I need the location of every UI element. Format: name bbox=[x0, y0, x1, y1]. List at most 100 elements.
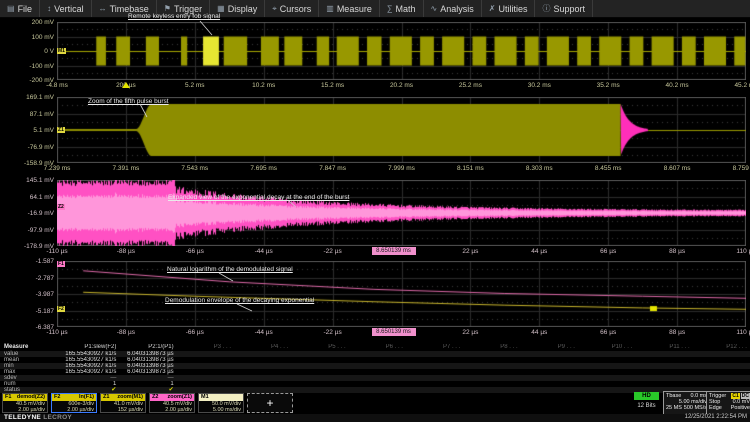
menu-item-cursors[interactable]: ⌖Cursors bbox=[265, 0, 319, 17]
x-axis-label: 8.151 ms bbox=[457, 165, 484, 173]
x-axis-label: -44 µs bbox=[255, 248, 273, 256]
menu-item-label: Timebase bbox=[110, 4, 149, 14]
menu-item-label: Utilities bbox=[498, 4, 527, 14]
x-axis-label: 44 µs bbox=[531, 329, 547, 337]
param-header-P4 . . .[interactable]: P4 . . . bbox=[234, 344, 291, 351]
panel-Z1-plot[interactable] bbox=[57, 97, 746, 163]
menu-item-label: Trigger bbox=[174, 4, 202, 14]
y-axis-label: -16.9 mV bbox=[0, 210, 54, 217]
descriptor-id: Z1 bbox=[103, 394, 109, 401]
x-axis-label: 40.2 ms bbox=[666, 82, 689, 90]
menu-item-label: Analysis bbox=[440, 4, 474, 14]
x-axis-label: 20.2 ms bbox=[390, 82, 413, 90]
panel-Z2-plot[interactable] bbox=[57, 180, 746, 246]
descriptor-timebase: 5.00 ms/div bbox=[199, 407, 243, 413]
param-header-P6 . . .[interactable]: P6 . . . bbox=[349, 344, 406, 351]
oscilloscope-app: ▤File↕Vertical↔Timebase⚑Trigger▦Display⌖… bbox=[0, 0, 750, 422]
param-header-P9 . . .[interactable]: P9 . . . bbox=[521, 344, 578, 351]
x-axis-label: 7.239 ms bbox=[44, 165, 71, 173]
axis-time-readout: 8.650139 ms bbox=[372, 328, 416, 336]
descriptor-header: F1demod(Z2) bbox=[3, 394, 47, 401]
x-axis-label: 22 µs bbox=[462, 248, 478, 256]
x-axis-label: 30.2 ms bbox=[528, 82, 551, 90]
x-axis-label: -110 µs bbox=[46, 248, 67, 256]
panel-Z1: 169.1 mV87.1 mV5.1 mV-76.9 mV-158.9 mV7.… bbox=[0, 97, 750, 175]
x-axis-label: 25.2 ms bbox=[459, 82, 482, 90]
menu-item-label: Math bbox=[396, 4, 416, 14]
descriptor-timebase: 152 µs/div bbox=[101, 407, 145, 413]
y-axis-label: -2.787 bbox=[0, 275, 54, 282]
adc-bits-label: 12 Bits bbox=[631, 403, 662, 409]
param-header-P11 . . .[interactable]: P11 . . . bbox=[635, 344, 692, 351]
descriptor-Z1[interactable]: Z1zoom(M1)41.0 mV/div152 µs/div bbox=[100, 393, 146, 413]
x-axis-label: 7.543 ms bbox=[181, 165, 208, 173]
param-header-P5 . . .[interactable]: P5 . . . bbox=[291, 344, 348, 351]
menu-item-label: Cursors bbox=[280, 4, 312, 14]
param-header-P10 . . .[interactable]: P10 . . . bbox=[578, 344, 635, 351]
descriptor-F1[interactable]: F1demod(Z2)40.5 mV/div2.00 µs/div bbox=[2, 393, 48, 413]
math-icon: ∑ bbox=[387, 5, 393, 13]
x-axis-label: 15.2 ms bbox=[321, 82, 344, 90]
y-axis-label: -3.987 bbox=[0, 291, 54, 298]
param-header-P12 . . .[interactable]: P12 . . . bbox=[693, 344, 750, 351]
param-header-P8 . . .[interactable]: P8 . . . bbox=[463, 344, 520, 351]
menu-item-support[interactable]: ⓘSupport bbox=[535, 0, 593, 17]
menu-item-utilities[interactable]: ✗Utilities bbox=[482, 0, 536, 17]
descriptor-id: M1 bbox=[201, 394, 209, 401]
trace-indicator-F1[interactable]: F1 bbox=[57, 261, 65, 267]
trigger-summary[interactable]: Trigger C1DC Stop 0.0 mV Edge Positive bbox=[706, 391, 750, 416]
channel-descriptors: F1demod(Z2)40.5 mV/div2.00 µs/divF2ln(F1… bbox=[2, 393, 293, 413]
timebase-summary[interactable]: Tbase 0.0 ms 5.00 ms/div 25 MS 500 MS/s bbox=[663, 391, 710, 416]
param-header-P7 . . .[interactable]: P7 . . . bbox=[406, 344, 463, 351]
y-axis-label: 145.1 mV bbox=[0, 177, 54, 184]
x-axis-label: -66 µs bbox=[186, 329, 204, 337]
x-axis-label: 44 µs bbox=[531, 248, 547, 256]
annotation-envelope: Demodulation envelope of the decaying ex… bbox=[165, 297, 314, 304]
measure-title: Measure bbox=[0, 344, 62, 351]
add-trace-button[interactable]: + bbox=[247, 393, 293, 413]
trigger-position-marker[interactable] bbox=[122, 82, 130, 88]
trace-indicator-F2[interactable]: F2 bbox=[57, 306, 65, 312]
menu-item-analysis[interactable]: ∿Analysis bbox=[424, 0, 482, 17]
trace-indicator-Z1[interactable]: Z1 bbox=[57, 127, 65, 133]
panel-F2-plot[interactable] bbox=[57, 261, 746, 327]
panel-M1-plot[interactable] bbox=[57, 22, 746, 80]
descriptor-timebase: 2.00 µs/div bbox=[52, 407, 96, 413]
menu-item-math[interactable]: ∑Math bbox=[380, 0, 424, 17]
trace-indicator-Z2[interactable]: Z2 bbox=[57, 204, 65, 210]
descriptor-header: F2ln(F1) bbox=[52, 394, 96, 401]
trace-indicator-M1[interactable]: M1 bbox=[57, 48, 66, 54]
descriptor-Z2[interactable]: Z2zoom(Z1)40.5 mV/div2.00 µs/div bbox=[149, 393, 195, 413]
x-axis-label: 7.847 ms bbox=[319, 165, 346, 173]
x-axis-label: -88 µs bbox=[117, 248, 135, 256]
menu-item-file[interactable]: ▤File bbox=[0, 0, 40, 17]
x-axis-label: -88 µs bbox=[117, 329, 135, 337]
param-header-P3 . . .[interactable]: P3 . . . bbox=[177, 344, 234, 351]
menu-item-label: Support bbox=[553, 4, 585, 14]
annotation-zoom: Zoom of the fifth pulse burst bbox=[88, 98, 169, 105]
menu-item-vertical[interactable]: ↕Vertical bbox=[40, 0, 92, 17]
cursors-icon: ⌖ bbox=[272, 5, 277, 13]
descriptor-F2[interactable]: F2ln(F1)600e-3/div2.00 µs/div bbox=[51, 393, 97, 413]
param-header-P2[interactable]: P2:1/(P1) bbox=[119, 344, 176, 351]
y-axis-label: -100 mV bbox=[0, 63, 54, 70]
y-axis-label: -76.9 mV bbox=[0, 144, 54, 151]
menu-bar: ▤File↕Vertical↔Timebase⚑Trigger▦Display⌖… bbox=[0, 0, 750, 18]
y-axis-label: 5.1 mV bbox=[0, 127, 54, 134]
y-axis-label: 100 mV bbox=[0, 34, 54, 41]
y-axis-label: -97.9 mV bbox=[0, 227, 54, 234]
menu-item-measure[interactable]: ▥Measure bbox=[319, 0, 380, 17]
tbase-samples: 25 MS bbox=[666, 405, 682, 411]
descriptor-M1[interactable]: M150.0 mV/div5.00 ms/div bbox=[198, 393, 244, 413]
x-axis-label: -44 µs bbox=[255, 329, 273, 337]
hd-mode-badge[interactable]: HD bbox=[634, 392, 659, 400]
menu-item-label: Measure bbox=[337, 4, 372, 14]
x-axis-label: 7.695 ms bbox=[250, 165, 277, 173]
panel-F2: -1.587-2.787-3.987-5.187-6.387-110 µs-88… bbox=[0, 261, 750, 339]
support-icon: ⓘ bbox=[542, 5, 550, 13]
y-axis-label: 64.1 mV bbox=[0, 194, 54, 201]
utilities-icon: ✗ bbox=[489, 5, 496, 13]
x-axis-label: 8.303 ms bbox=[526, 165, 553, 173]
panel-M1: 200 mV100 mV0 V-100 mV-200 mV-4.8 ms200 … bbox=[0, 22, 750, 92]
param-header-P1[interactable]: P1:slew(F2) bbox=[62, 344, 119, 351]
